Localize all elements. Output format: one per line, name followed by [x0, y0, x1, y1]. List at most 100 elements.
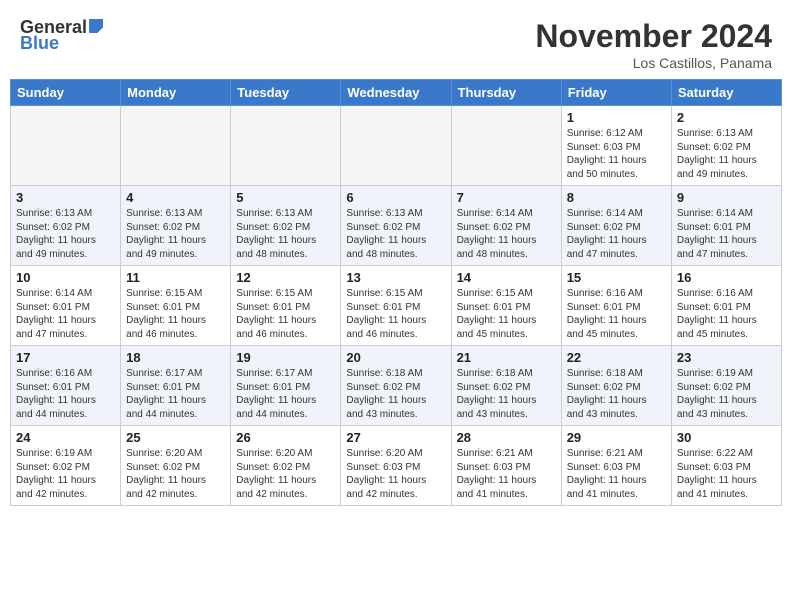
calendar-cell: 18 Sunrise: 6:17 AM Sunset: 6:01 PM Dayli…: [121, 346, 231, 426]
day-info: Sunrise: 6:17 AM Sunset: 6:01 PM Dayligh…: [126, 367, 225, 421]
calendar-cell: 15Sunrise: 6:16 AM Sunset: 6:01 PM Dayli…: [561, 266, 671, 346]
calendar-cell: [231, 106, 341, 186]
day-number: 6: [346, 190, 445, 205]
day-number: 20: [346, 350, 445, 365]
day-info: Sunrise: 6:16 AM Sunset: 6:01 PM Dayligh…: [16, 367, 115, 421]
day-number: 23: [677, 350, 776, 365]
day-info: Sunrise: 6:20 AM Sunset: 6:02 PM Dayligh…: [126, 447, 225, 501]
calendar-cell: 6 Sunrise: 6:13 AM Sunset: 6:02 PM Daylig…: [341, 186, 451, 266]
day-number: 10: [16, 270, 115, 285]
day-info: Sunrise: 6:19 AM Sunset: 6:02 PM Dayligh…: [16, 447, 115, 501]
day-info: Sunrise: 6:13 AM Sunset: 6:02 PM Dayligh…: [126, 207, 225, 261]
calendar-cell: 25Sunrise: 6:20 AM Sunset: 6:02 PM Dayli…: [121, 426, 231, 506]
calendar-cell: 3 Sunrise: 6:13 AM Sunset: 6:02 PM Daylig…: [11, 186, 121, 266]
day-info: Sunrise: 6:16 AM Sunset: 6:01 PM Dayligh…: [677, 287, 776, 341]
calendar-week-5: 24 Sunrise: 6:19 AM Sunset: 6:02 PM Dayli…: [11, 426, 782, 506]
day-info: Sunrise: 6:19 AM Sunset: 6:02 PM Dayligh…: [677, 367, 776, 421]
day-info: Sunrise: 6:13 AM Sunset: 6:02 PM Dayligh…: [677, 127, 776, 181]
day-info: Sunrise: 6:21 AM Sunset: 6:03 PM Dayligh…: [567, 447, 666, 501]
calendar-cell: 27Sunrise: 6:20 AM Sunset: 6:03 PM Dayli…: [341, 426, 451, 506]
calendar-cell: 14 Sunrise: 6:15 AM Sunset: 6:01 PM Dayli…: [451, 266, 561, 346]
day-number: 16: [677, 270, 776, 285]
day-info: Sunrise: 6:17 AM Sunset: 6:01 PM Dayligh…: [236, 367, 335, 421]
day-info: Sunrise: 6:15 AM Sunset: 6:01 PM Dayligh…: [457, 287, 556, 341]
day-info: Sunrise: 6:16 AM Sunset: 6:01 PM Dayligh…: [567, 287, 666, 341]
calendar-header-row: SundayMondayTuesdayWednesdayThursdayFrid…: [11, 80, 782, 106]
day-number: 4: [126, 190, 225, 205]
calendar-cell: 28 Sunrise: 6:21 AM Sunset: 6:03 PM Dayli…: [451, 426, 561, 506]
day-info: Sunrise: 6:20 AM Sunset: 6:03 PM Dayligh…: [346, 447, 445, 501]
calendar-cell: 13 Sunrise: 6:15 AM Sunset: 6:01 PM Dayli…: [341, 266, 451, 346]
day-number: 11: [126, 270, 225, 285]
day-number: 30: [677, 430, 776, 445]
day-info: Sunrise: 6:15 AM Sunset: 6:01 PM Dayligh…: [126, 287, 225, 341]
calendar-cell: 7 Sunrise: 6:14 AM Sunset: 6:02 PM Daylig…: [451, 186, 561, 266]
day-number: 1: [567, 110, 666, 125]
page-header: General Blue November 2024 Los Castillos…: [10, 10, 782, 75]
day-number: 9: [677, 190, 776, 205]
calendar-cell: [451, 106, 561, 186]
day-number: 3: [16, 190, 115, 205]
calendar-cell: 9 Sunrise: 6:14 AM Sunset: 6:01 PM Daylig…: [671, 186, 781, 266]
day-number: 28: [457, 430, 556, 445]
calendar-cell: 26Sunrise: 6:20 AM Sunset: 6:02 PM Dayli…: [231, 426, 341, 506]
day-info: Sunrise: 6:14 AM Sunset: 6:02 PM Dayligh…: [567, 207, 666, 261]
month-title: November 2024: [535, 18, 772, 55]
day-number: 17: [16, 350, 115, 365]
day-number: 22: [567, 350, 666, 365]
day-info: Sunrise: 6:18 AM Sunset: 6:02 PM Dayligh…: [457, 367, 556, 421]
calendar: SundayMondayTuesdayWednesdayThursdayFrid…: [10, 79, 782, 506]
calendar-cell: 30 Sunrise: 6:22 AM Sunset: 6:03 PM Dayli…: [671, 426, 781, 506]
day-header-thursday: Thursday: [451, 80, 561, 106]
day-number: 24: [16, 430, 115, 445]
day-number: 18: [126, 350, 225, 365]
calendar-cell: 24 Sunrise: 6:19 AM Sunset: 6:02 PM Dayli…: [11, 426, 121, 506]
day-info: Sunrise: 6:13 AM Sunset: 6:02 PM Dayligh…: [16, 207, 115, 261]
day-header-monday: Monday: [121, 80, 231, 106]
day-number: 14: [457, 270, 556, 285]
calendar-cell: 16 Sunrise: 6:16 AM Sunset: 6:01 PM Dayli…: [671, 266, 781, 346]
calendar-cell: 20 Sunrise: 6:18 AM Sunset: 6:02 PM Dayli…: [341, 346, 451, 426]
calendar-cell: 10 Sunrise: 6:14 AM Sunset: 6:01 PM Dayli…: [11, 266, 121, 346]
day-info: Sunrise: 6:13 AM Sunset: 6:02 PM Dayligh…: [236, 207, 335, 261]
location: Los Castillos, Panama: [535, 55, 772, 71]
day-info: Sunrise: 6:22 AM Sunset: 6:03 PM Dayligh…: [677, 447, 776, 501]
day-info: Sunrise: 6:14 AM Sunset: 6:02 PM Dayligh…: [457, 207, 556, 261]
day-info: Sunrise: 6:18 AM Sunset: 6:02 PM Dayligh…: [346, 367, 445, 421]
day-number: 26: [236, 430, 335, 445]
calendar-week-2: 3 Sunrise: 6:13 AM Sunset: 6:02 PM Daylig…: [11, 186, 782, 266]
calendar-cell: [341, 106, 451, 186]
day-info: Sunrise: 6:13 AM Sunset: 6:02 PM Dayligh…: [346, 207, 445, 261]
calendar-cell: 21 Sunrise: 6:18 AM Sunset: 6:02 PM Dayli…: [451, 346, 561, 426]
calendar-cell: [11, 106, 121, 186]
calendar-cell: 4 Sunrise: 6:13 AM Sunset: 6:02 PM Daylig…: [121, 186, 231, 266]
day-header-wednesday: Wednesday: [341, 80, 451, 106]
day-number: 5: [236, 190, 335, 205]
day-info: Sunrise: 6:21 AM Sunset: 6:03 PM Dayligh…: [457, 447, 556, 501]
day-number: 19: [236, 350, 335, 365]
day-header-saturday: Saturday: [671, 80, 781, 106]
logo-blue: Blue: [20, 33, 59, 53]
logo: General Blue: [20, 18, 103, 52]
calendar-cell: 11 Sunrise: 6:15 AM Sunset: 6:01 PM Dayli…: [121, 266, 231, 346]
day-info: Sunrise: 6:14 AM Sunset: 6:01 PM Dayligh…: [16, 287, 115, 341]
calendar-cell: 5 Sunrise: 6:13 AM Sunset: 6:02 PM Daylig…: [231, 186, 341, 266]
title-block: November 2024 Los Castillos, Panama: [535, 18, 772, 71]
calendar-cell: 29Sunrise: 6:21 AM Sunset: 6:03 PM Dayli…: [561, 426, 671, 506]
calendar-cell: 19 Sunrise: 6:17 AM Sunset: 6:01 PM Dayli…: [231, 346, 341, 426]
day-info: Sunrise: 6:15 AM Sunset: 6:01 PM Dayligh…: [236, 287, 335, 341]
calendar-cell: 2Sunrise: 6:13 AM Sunset: 6:02 PM Daylig…: [671, 106, 781, 186]
day-number: 13: [346, 270, 445, 285]
calendar-cell: 22Sunrise: 6:18 AM Sunset: 6:02 PM Dayli…: [561, 346, 671, 426]
day-number: 12: [236, 270, 335, 285]
calendar-cell: 23 Sunrise: 6:19 AM Sunset: 6:02 PM Dayli…: [671, 346, 781, 426]
day-number: 21: [457, 350, 556, 365]
calendar-cell: 17 Sunrise: 6:16 AM Sunset: 6:01 PM Dayli…: [11, 346, 121, 426]
day-info: Sunrise: 6:15 AM Sunset: 6:01 PM Dayligh…: [346, 287, 445, 341]
calendar-cell: 1Sunrise: 6:12 AM Sunset: 6:03 PM Daylig…: [561, 106, 671, 186]
calendar-week-3: 10 Sunrise: 6:14 AM Sunset: 6:01 PM Dayli…: [11, 266, 782, 346]
day-header-friday: Friday: [561, 80, 671, 106]
calendar-week-4: 17 Sunrise: 6:16 AM Sunset: 6:01 PM Dayli…: [11, 346, 782, 426]
day-info: Sunrise: 6:14 AM Sunset: 6:01 PM Dayligh…: [677, 207, 776, 261]
day-number: 7: [457, 190, 556, 205]
